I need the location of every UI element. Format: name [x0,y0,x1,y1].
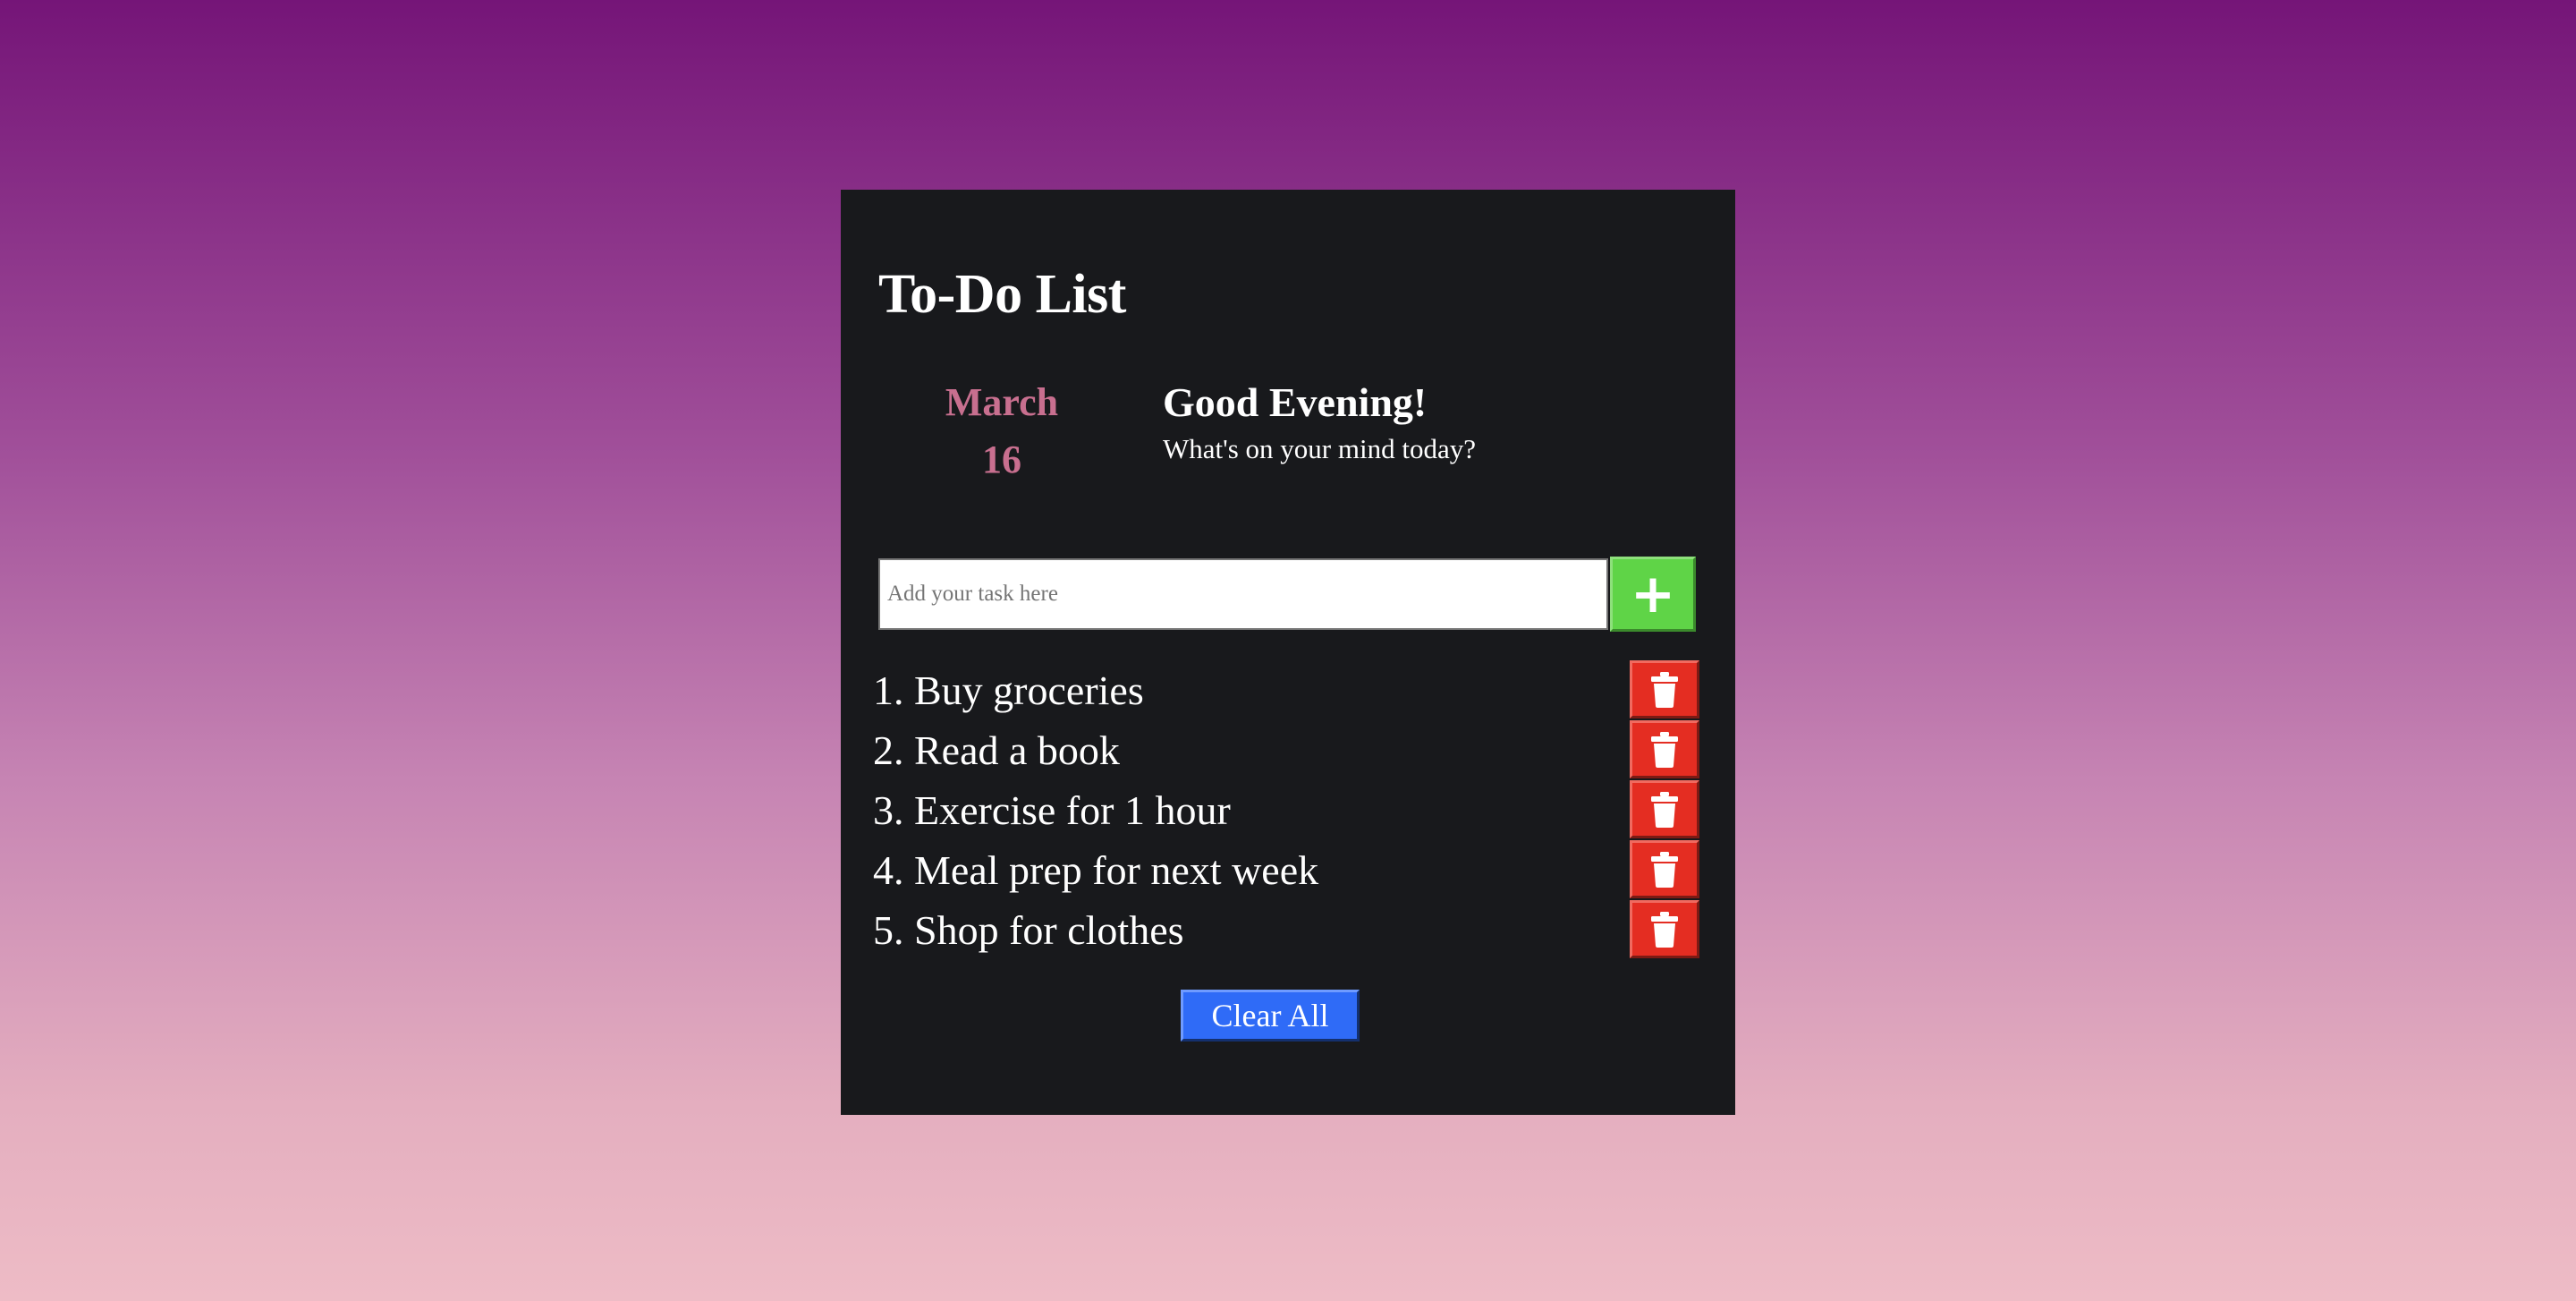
date-display: March 16 [921,374,1082,489]
task-text: 3. Exercise for 1 hour [873,780,1231,840]
task-item: 2. Read a book [873,720,1699,780]
task-label: Shop for clothes [914,907,1184,953]
delete-task-button[interactable] [1630,660,1699,719]
delete-task-button[interactable] [1630,780,1699,838]
task-label: Read a book [914,727,1120,773]
task-number: 2. [873,727,904,773]
trash-icon [1651,791,1678,828]
trash-icon [1651,851,1678,888]
trash-icon [1651,731,1678,768]
task-item: 5. Shop for clothes [873,900,1699,960]
task-list: 1. Buy groceries 2. Read a book 3. Exerc… [873,660,1699,960]
todo-card: To-Do List March 16 Good Evening! What's… [841,190,1735,1115]
trash-icon [1651,911,1678,948]
date-day: 16 [982,438,1021,481]
task-text: 2. Read a book [873,720,1120,780]
task-item: 3. Exercise for 1 hour [873,780,1699,840]
date-month: March [945,380,1059,424]
delete-task-button[interactable] [1630,720,1699,778]
greeting-headline: Good Evening! [1163,379,1428,425]
task-text: 1. Buy groceries [873,660,1144,720]
task-input[interactable] [878,558,1608,630]
task-item: 1. Buy groceries [873,660,1699,720]
page-title: To-Do List [878,264,1126,325]
trash-icon [1651,671,1678,708]
task-label: Exercise for 1 hour [914,787,1231,833]
delete-task-button[interactable] [1630,840,1699,898]
task-number: 1. [873,668,904,713]
task-label: Meal prep for next week [914,847,1319,893]
task-number: 3. [873,787,904,833]
delete-task-button[interactable] [1630,900,1699,958]
task-label: Buy groceries [914,668,1144,713]
clear-all-button[interactable]: Clear All [1181,990,1360,1042]
task-item: 4. Meal prep for next week [873,840,1699,900]
task-number: 5. [873,907,904,953]
add-task-button[interactable]: + [1610,557,1696,632]
greeting: Good Evening! What's on your mind today? [1163,374,1476,467]
task-text: 5. Shop for clothes [873,900,1184,960]
greeting-subtitle: What's on your mind today? [1163,433,1476,464]
task-number: 4. [873,847,904,893]
task-text: 4. Meal prep for next week [873,840,1318,900]
